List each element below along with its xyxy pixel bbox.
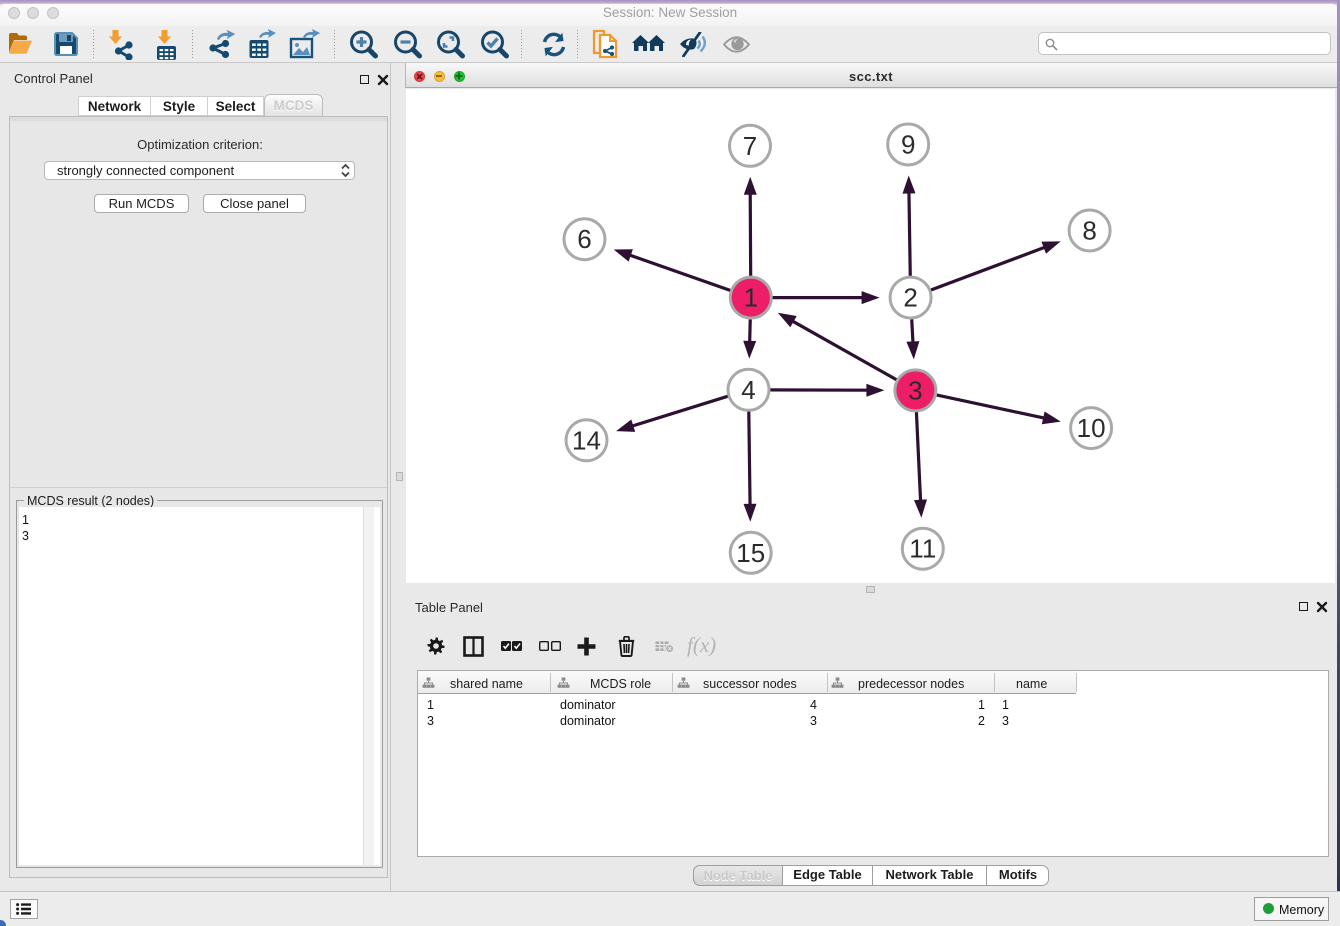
svg-text:8: 8: [1082, 216, 1096, 246]
svg-text:2: 2: [903, 283, 917, 313]
svg-text:1: 1: [744, 283, 758, 313]
svg-text:14: 14: [572, 425, 601, 455]
svg-text:9: 9: [901, 130, 915, 160]
svg-text:15: 15: [736, 538, 765, 568]
svg-text:3: 3: [908, 375, 922, 405]
svg-text:7: 7: [743, 131, 757, 161]
svg-text:11: 11: [909, 534, 936, 564]
svg-text:6: 6: [577, 224, 591, 254]
svg-text:4: 4: [741, 375, 755, 405]
svg-text:10: 10: [1077, 413, 1106, 443]
